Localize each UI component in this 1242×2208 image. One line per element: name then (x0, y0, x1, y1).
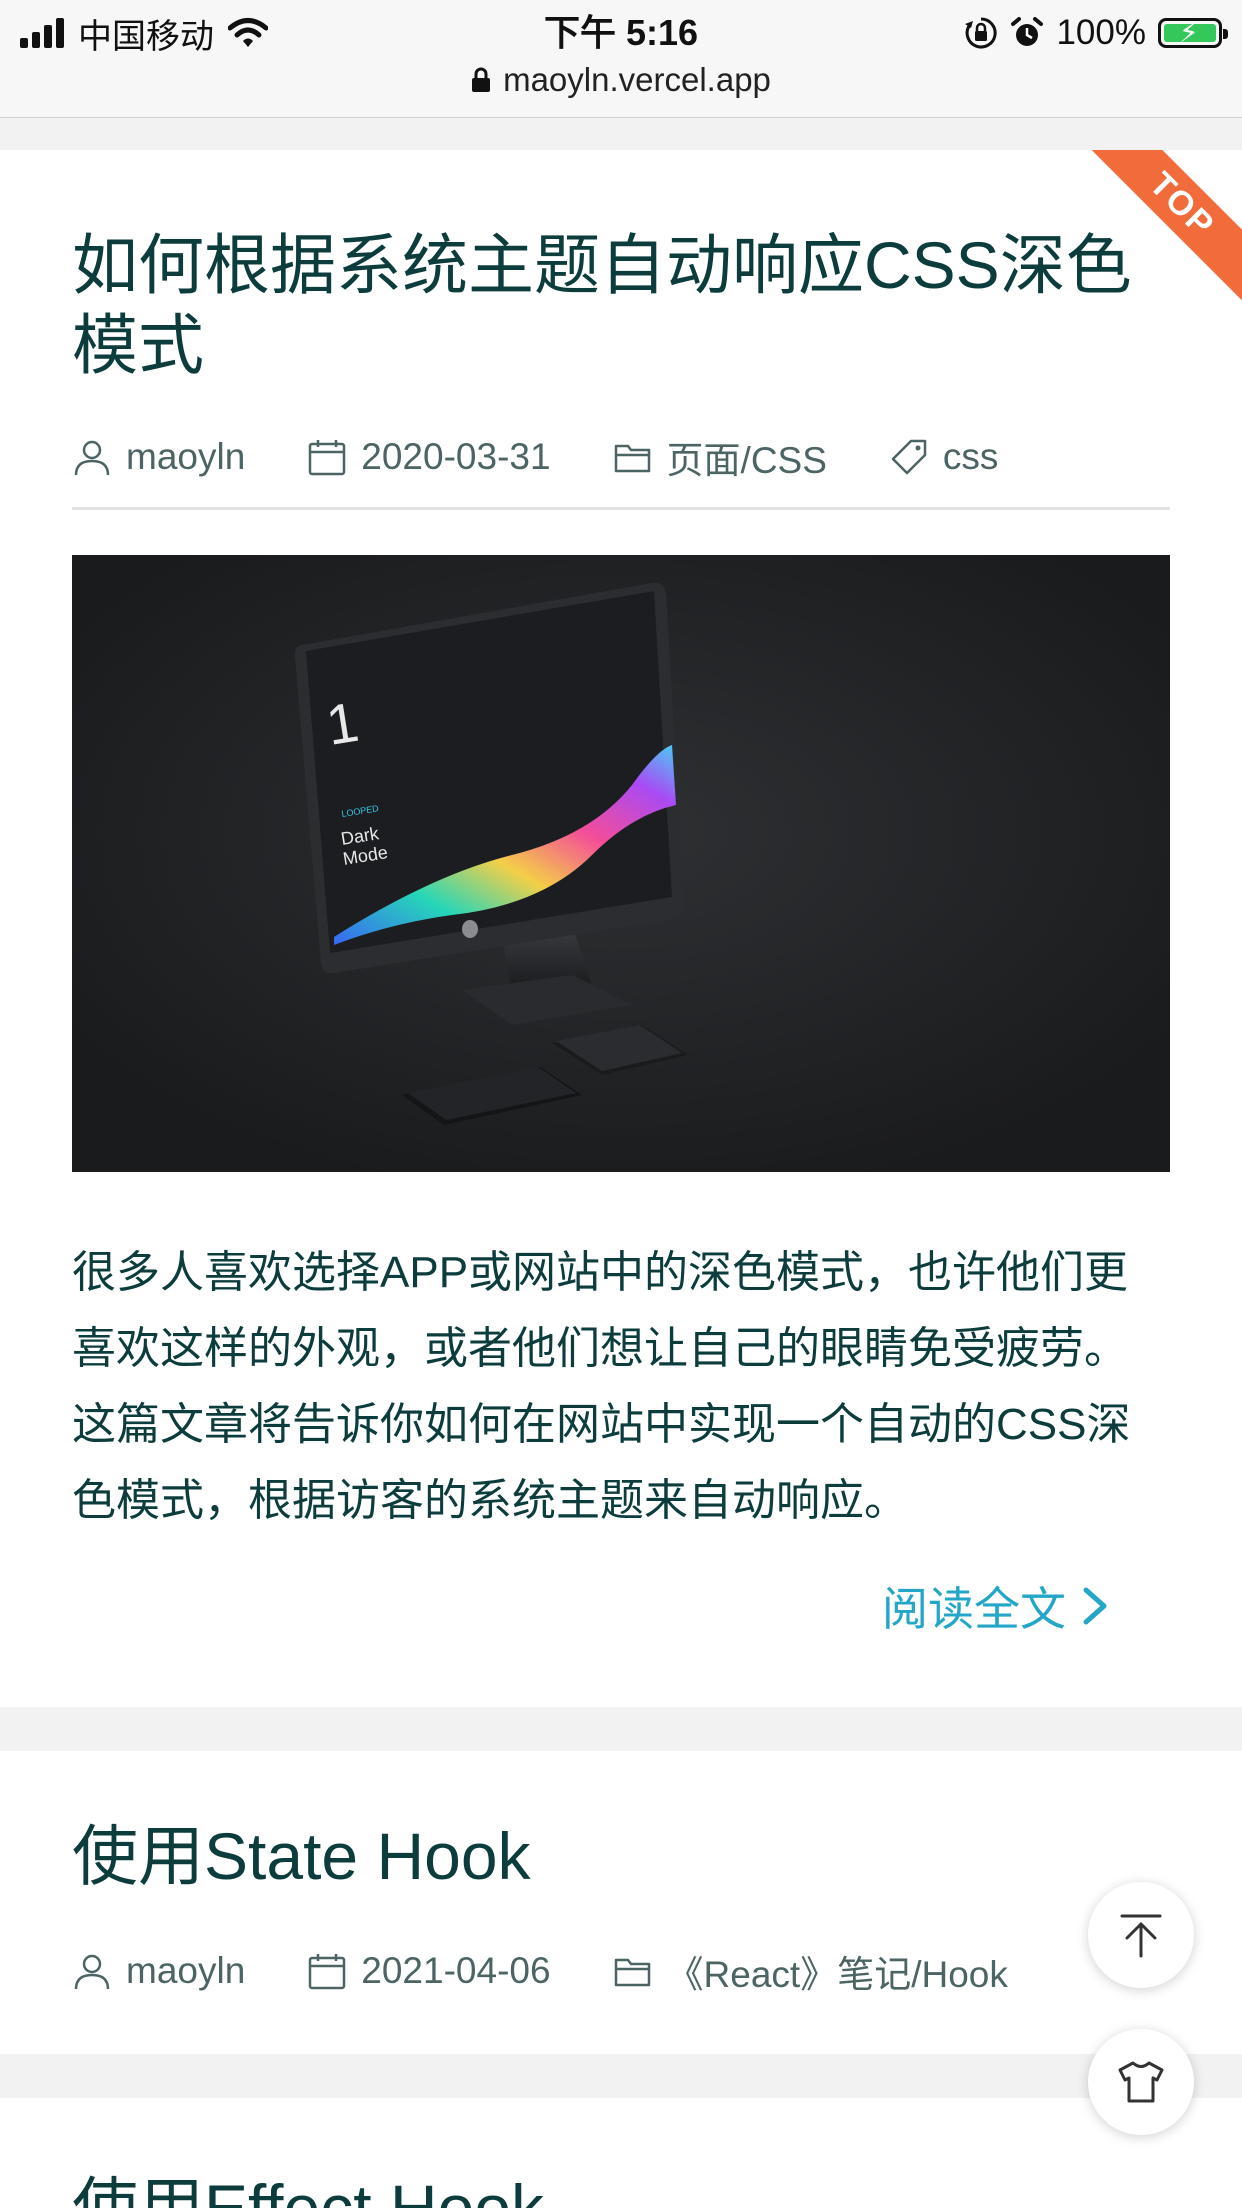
status-bar: 中国移动 下午 5:16 100% ⚡ maoyln.vercel.app (0, 0, 1242, 118)
user-icon (74, 1954, 110, 1990)
tag-text: css (942, 436, 999, 477)
category-text: 页面/CSS (666, 440, 827, 481)
post-title[interactable]: 使用State Hook (72, 1816, 1162, 1896)
theme-switch-button[interactable] (1088, 2029, 1194, 2135)
category-text: 《React》笔记/Hook (666, 1954, 1008, 1995)
address-bar[interactable]: maoyln.vercel.app (0, 57, 1242, 103)
back-to-top-button[interactable] (1088, 1882, 1194, 1988)
status-right: 100% ⚡ (964, 10, 1228, 56)
post-meta: maoyln 2021-04-06 《React》笔记/Hook (72, 1944, 1070, 1998)
chevron-right-icon (1083, 1587, 1107, 1625)
tag-icon (891, 439, 927, 475)
post-tag[interactable]: css (889, 436, 999, 478)
meta-divider (72, 507, 1170, 510)
post-category[interactable]: 《React》笔记/Hook (613, 1944, 1008, 1998)
post-cover-image[interactable]: 1 LOOPED Dark Mode (72, 555, 1170, 1172)
tshirt-icon (1118, 2061, 1164, 2103)
battery-percent: 100% (1056, 13, 1146, 52)
imac-dark-mode-illustration: 1 LOOPED Dark Mode (72, 555, 1170, 1172)
folder-icon (614, 444, 650, 473)
date-text: 2021-04-06 (361, 1950, 551, 1991)
folder-icon (614, 1958, 650, 1987)
arrow-up-icon (1120, 1914, 1162, 1958)
calendar-icon (309, 1954, 346, 1990)
post-meta: maoyln 2020-03-31 页面/CSS css (72, 430, 1060, 484)
calendar-icon (309, 440, 346, 476)
lock-icon (472, 67, 491, 92)
post-category[interactable]: 页面/CSS (613, 430, 827, 484)
post-card: 使用Effect Hook (0, 2098, 1242, 2208)
post-date: 2020-03-31 (307, 436, 551, 478)
user-icon (74, 440, 110, 476)
author-name: maoyln (126, 1950, 246, 1991)
orientation-lock-icon (965, 17, 998, 49)
url-text: maoyln.vercel.app (503, 61, 771, 98)
post-card: TOP 如何根据系统主题自动响应CSS深色模式 maoyln 2020-03-3… (0, 150, 1242, 1707)
post-author[interactable]: maoyln (72, 436, 245, 478)
post-title[interactable]: 使用Effect Hook (72, 2168, 1162, 2208)
post-author[interactable]: maoyln (72, 1950, 245, 1992)
author-name: maoyln (126, 436, 246, 477)
read-more-link[interactable]: 阅读全文 (882, 1573, 1110, 1639)
post-card: 使用State Hook maoyln 2021-04-06 《React》笔记… (0, 1751, 1242, 2054)
date-text: 2020-03-31 (361, 436, 551, 477)
post-date: 2021-04-06 (307, 1950, 551, 1992)
alarm-icon (1011, 17, 1044, 46)
battery-icon: ⚡ (1158, 18, 1228, 48)
post-excerpt: 很多人喜欢选择APP或网站中的深色模式，也许他们更喜欢这样的外观，或者他们想让自… (72, 1248, 1131, 1525)
post-title[interactable]: 如何根据系统主题自动响应CSS深色模式 (72, 225, 1162, 385)
read-more-label: 阅读全文 (882, 1583, 1066, 1635)
